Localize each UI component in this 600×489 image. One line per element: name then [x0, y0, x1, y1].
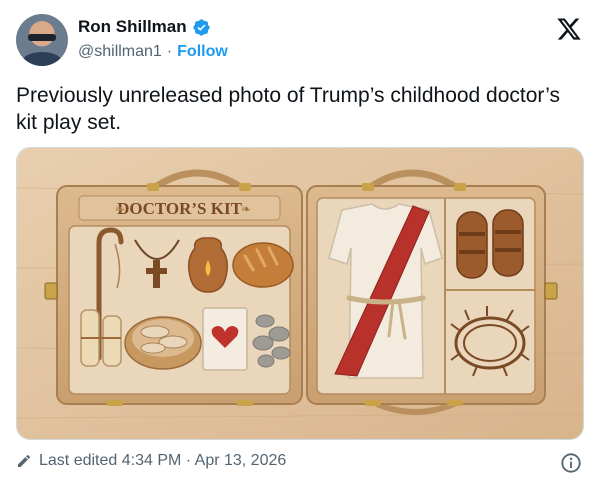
case-label-ornament-right: ❧: [241, 202, 251, 216]
separator-dot: ·: [166, 43, 173, 60]
author-handle[interactable]: @shillman1: [78, 43, 162, 61]
case-label-text: DOCTOR’S KIT: [117, 199, 243, 218]
info-icon[interactable]: [560, 452, 582, 474]
pencil-icon: [18, 454, 31, 467]
avatar-glasses: [28, 34, 56, 41]
edit-info[interactable]: Last edited 4:34 PM · Apr 13, 2026: [16, 452, 286, 470]
avatar-shirt: [22, 52, 62, 66]
author-name-row: Ron Shillman: [78, 17, 211, 37]
doctors-kit-illustration: DOCTOR’S KIT ❧ ❧: [17, 148, 583, 439]
verified-badge-icon: [193, 18, 210, 36]
tweet-embed-card: Ron Shillman @shillman1 · Follow Previou…: [0, 0, 600, 489]
x-logo-icon[interactable]: [556, 16, 582, 42]
author-name[interactable]: Ron Shillman: [78, 17, 187, 37]
avatar[interactable]: [16, 14, 68, 66]
last-edited-text[interactable]: Last edited 4:34 PM · Apr 13, 2026: [39, 452, 286, 470]
tweet-media-image[interactable]: DOCTOR’S KIT ❧ ❧: [16, 147, 584, 440]
follow-button[interactable]: Follow: [177, 43, 228, 61]
tweet-text: Previously unreleased photo of Trump’s c…: [16, 84, 560, 134]
case-label-ornament-left: ❧: [115, 202, 125, 216]
author-handle-row: @shillman1 · Follow: [78, 43, 228, 61]
